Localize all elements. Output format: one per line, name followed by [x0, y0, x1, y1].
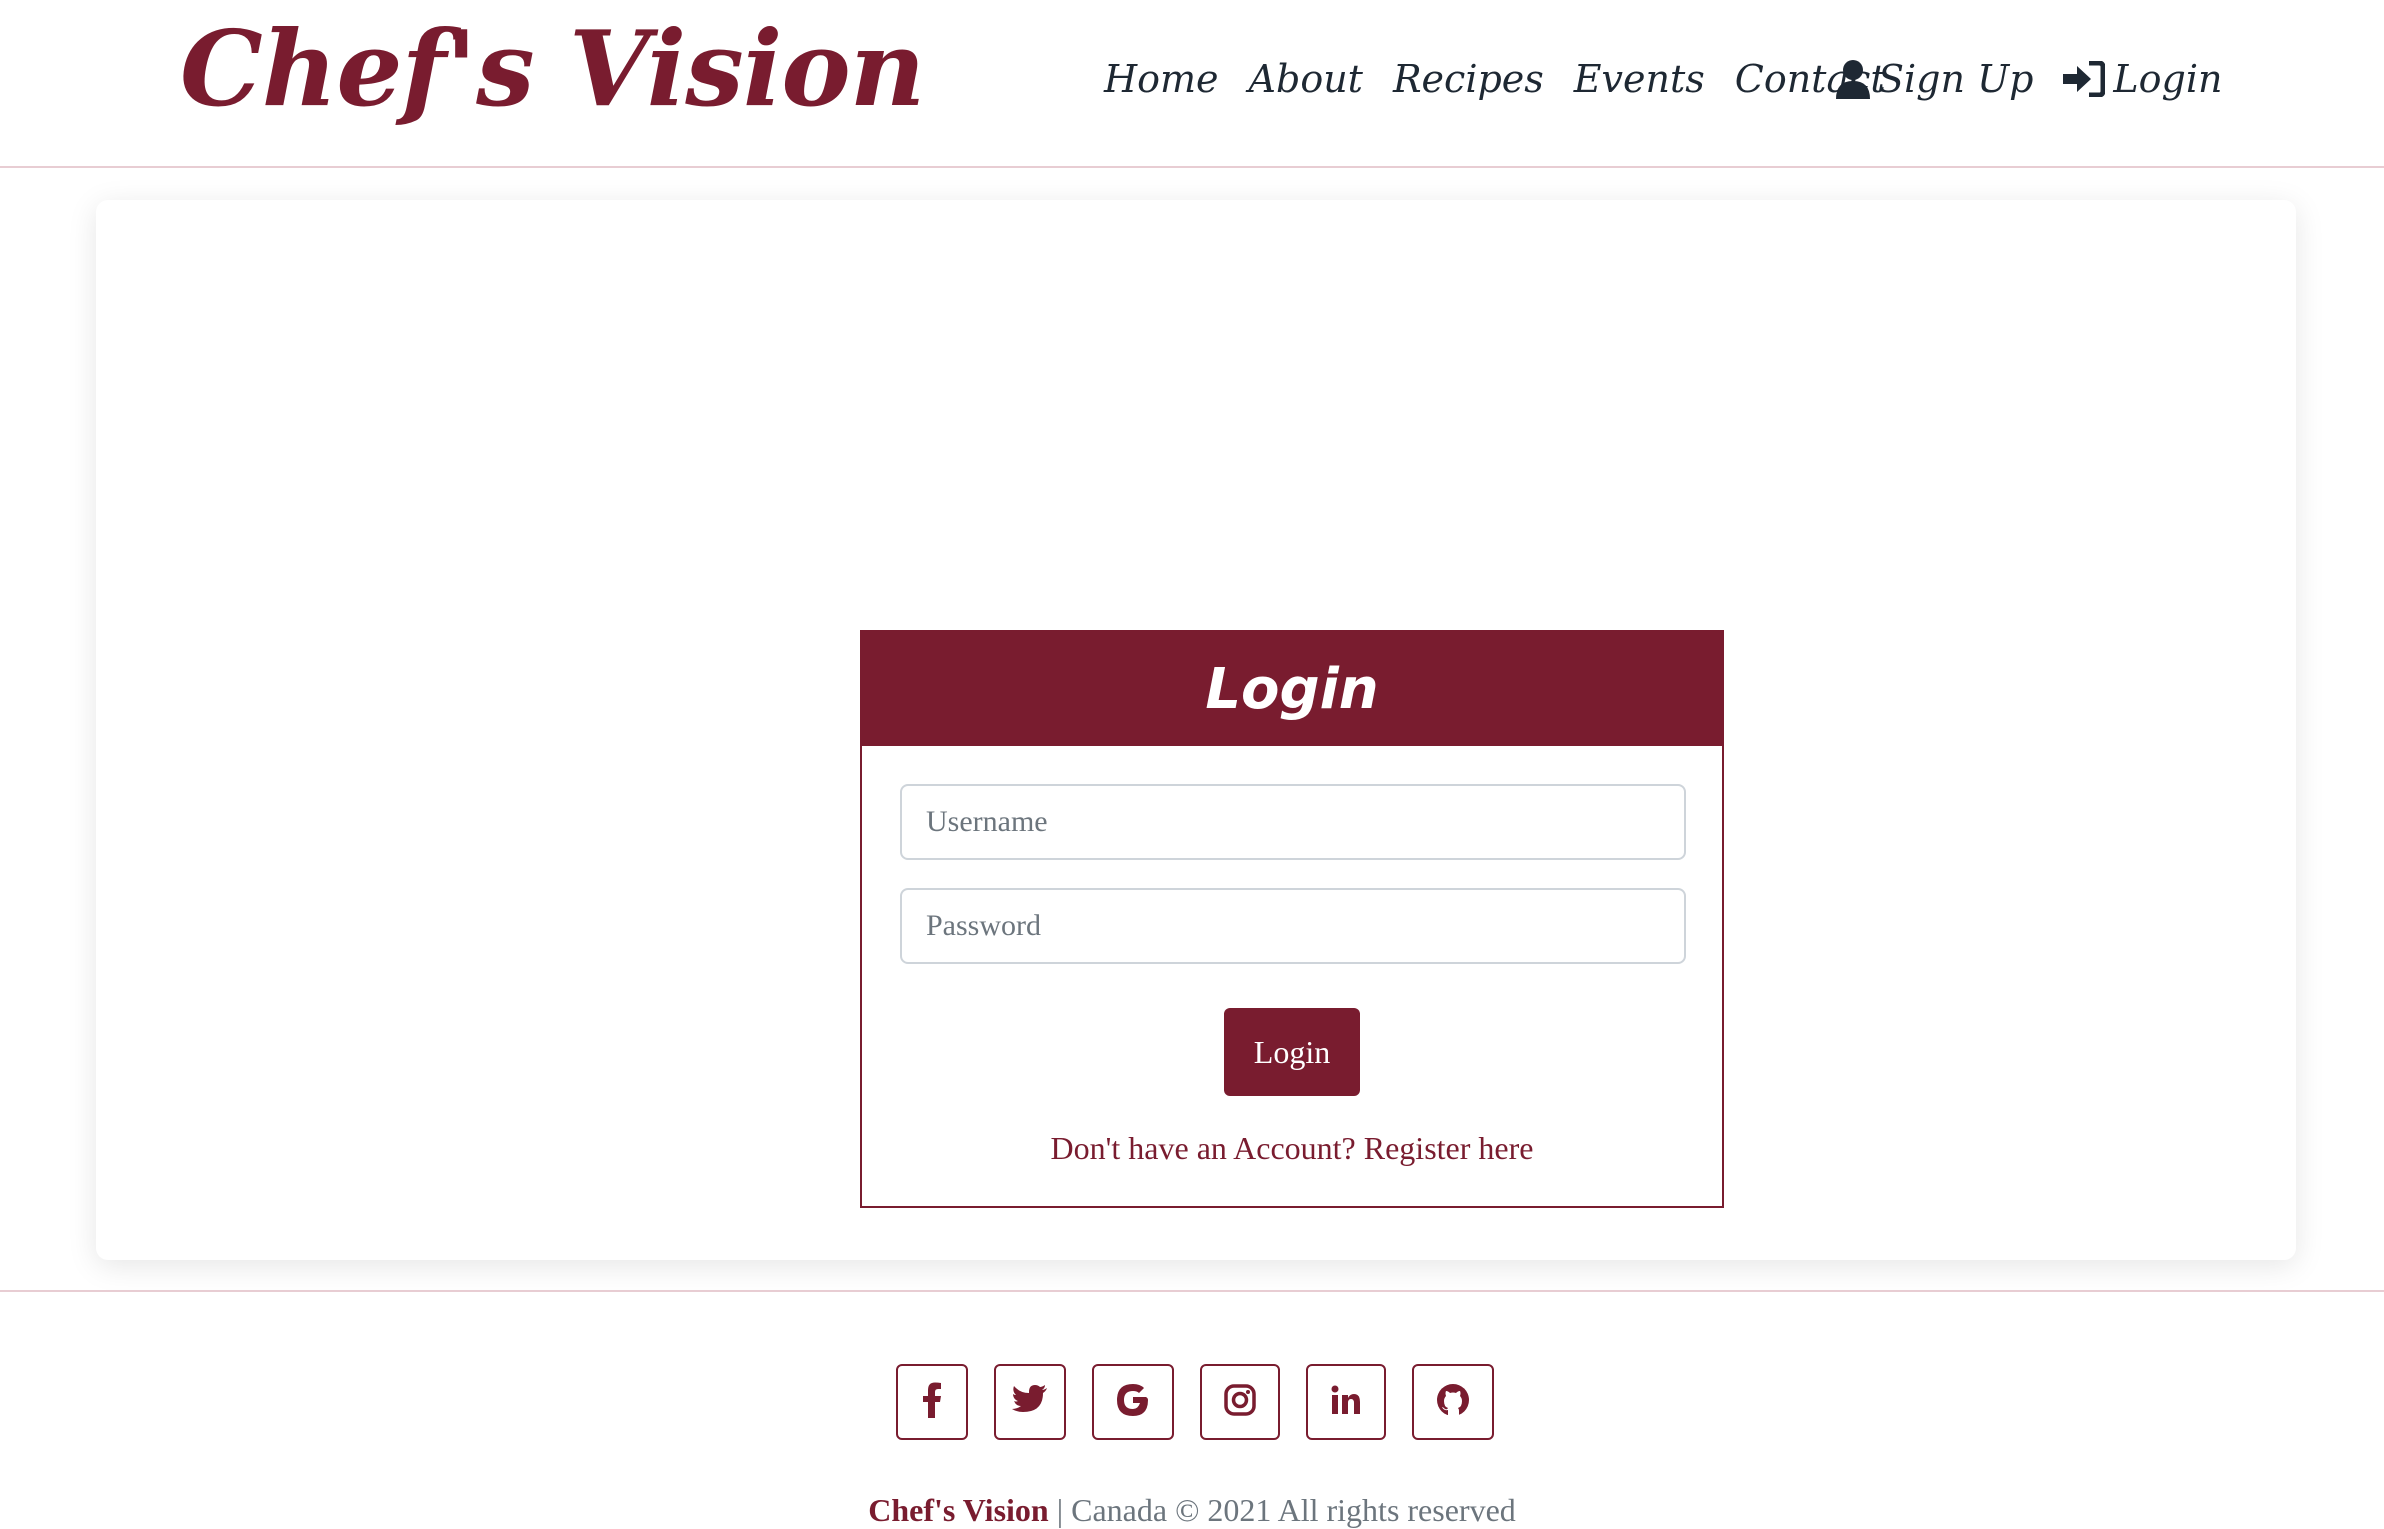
password-input[interactable]: [900, 888, 1686, 964]
main-nav: Home About Recipes Events Contact: [1104, 44, 1916, 114]
login-label: Login: [2113, 57, 2223, 101]
twitter-button[interactable]: [994, 1364, 1066, 1440]
google-icon: [1116, 1383, 1150, 1422]
github-button[interactable]: [1412, 1364, 1494, 1440]
user-icon: [1836, 59, 1870, 99]
nav-link-recipes[interactable]: Recipes: [1393, 57, 1544, 101]
copyright-text: Chef's Vision | Canada © 2021 All rights…: [0, 1492, 2384, 1529]
social-links: [896, 1364, 1520, 1440]
github-icon: [1436, 1383, 1470, 1422]
main-panel: Login Login Don't have an Account? Regis…: [96, 200, 2296, 1260]
login-card: Login Login Don't have an Account? Regis…: [860, 630, 1724, 1208]
nav-link-about[interactable]: About: [1249, 57, 1363, 101]
facebook-button[interactable]: [896, 1364, 968, 1440]
instagram-button[interactable]: [1200, 1364, 1280, 1440]
nav-link-events[interactable]: Events: [1574, 57, 1705, 101]
footer: Chef's Vision | Canada © 2021 All rights…: [0, 1290, 2384, 1528]
signup-label: Sign Up: [1878, 57, 2034, 101]
twitter-icon: [1012, 1384, 1048, 1420]
navbar: Chef's Vision Home About Recipes Events …: [0, 0, 2384, 168]
login-header: Login: [862, 632, 1722, 746]
register-link[interactable]: Don't have an Account? Register here: [862, 1130, 1722, 1167]
instagram-icon: [1224, 1383, 1256, 1421]
nav-link-home[interactable]: Home: [1104, 57, 1219, 101]
copyright-rest: | Canada © 2021 All rights reserved: [1048, 1492, 1516, 1528]
nav-login-link[interactable]: Login: [2063, 57, 2223, 101]
login-title: Login: [1205, 656, 1379, 722]
footer-brand: Chef's Vision: [868, 1492, 1049, 1528]
nav-signup-link[interactable]: Sign Up: [1836, 57, 2033, 101]
sign-in-icon: [2063, 61, 2106, 97]
linkedin-button[interactable]: [1306, 1364, 1386, 1440]
linkedin-icon: [1331, 1385, 1361, 1420]
auth-nav: Sign Up Login: [1836, 44, 2253, 114]
login-submit-button[interactable]: Login: [1224, 1008, 1360, 1096]
brand-logo[interactable]: Chef's Vision: [180, 4, 925, 134]
facebook-icon: [922, 1382, 942, 1423]
username-input[interactable]: [900, 784, 1686, 860]
google-button[interactable]: [1092, 1364, 1174, 1440]
